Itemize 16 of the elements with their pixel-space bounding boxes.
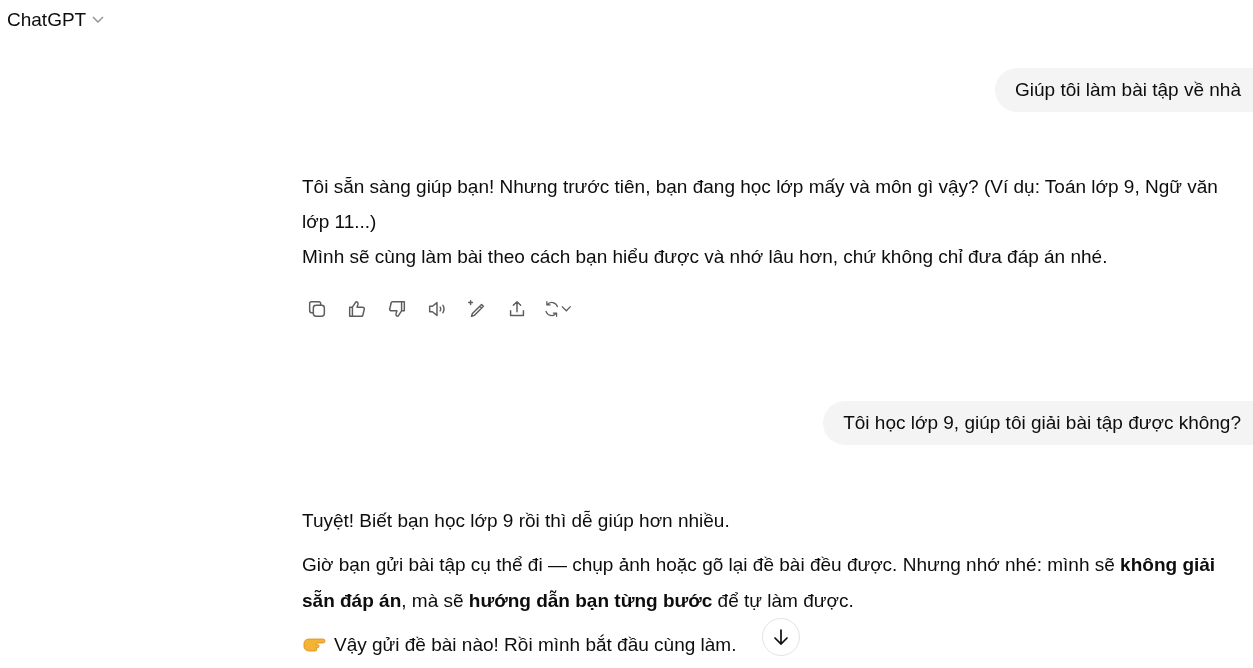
- arrow-down-icon: [771, 627, 791, 647]
- pointing-hand-icon: [302, 635, 326, 655]
- response-text: Tuyệt! Biết bạn học lớp 9 rồi thì dễ giúp hơn nhiều.: [302, 509, 730, 533]
- user-message: Tôi học lớp 9, giúp tôi giải bài tập được không?: [823, 401, 1253, 445]
- scroll-down-button[interactable]: [762, 618, 800, 656]
- thumbs-up-icon: [346, 298, 368, 320]
- chevron-down-icon: [561, 305, 572, 313]
- response-text: Mình sẽ cùng làm bài theo cách bạn hiểu được và nhớ lâu hơn, chứ không chỉ đưa đáp án nhé.: [302, 245, 1108, 269]
- copy-icon: [306, 298, 328, 320]
- user-message: Giúp tôi làm bài tập về nhà: [994, 68, 1253, 112]
- thumbs-down-icon: [386, 298, 408, 320]
- chevron-down-icon[interactable]: [92, 16, 105, 24]
- chat-title[interactable]: ChatGPT: [7, 9, 87, 31]
- response-text: Giờ bạn gửi bài tập cụ thể đi — chụp ảnh hoặc gõ lại đề bài đều được. Nhưng nhớ nhé: mình sẽ không giải sẵn đáp án, mà sẽ hướng dẫn bạn từng bước để tự làm được.: [302, 553, 1217, 613]
- response-text: Tôi sẵn sàng giúp bạn! Nhưng trước tiên, bạn đang học lớp mấy và môn gì vậy? (Ví dụ: Toán lớp 9, Ngữ văn lớp 11...): [302, 175, 1219, 234]
- response-text: Vậy gửi đề bài nào! Rồi mình bắt đầu cùng làm.: [334, 633, 737, 657]
